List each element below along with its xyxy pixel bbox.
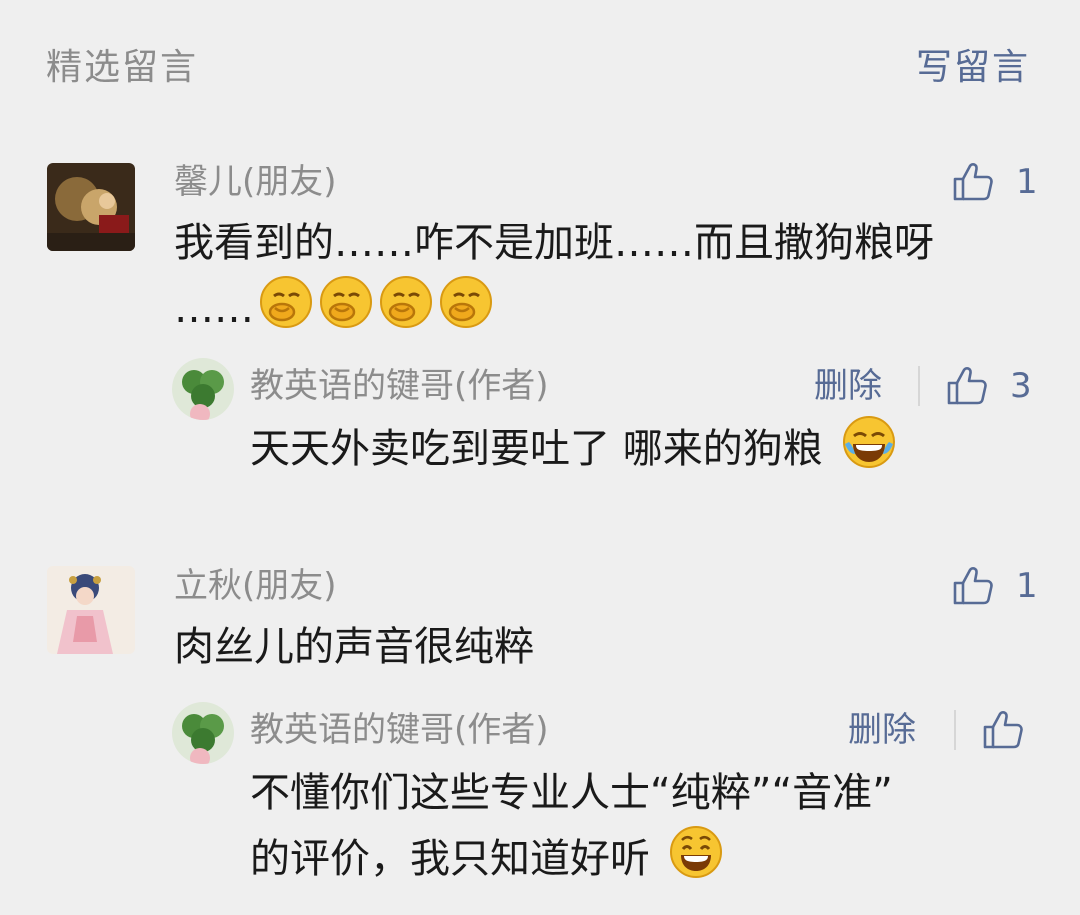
reply-avatar[interactable] — [172, 702, 234, 764]
thumbs-up-icon — [952, 566, 994, 606]
like-button[interactable]: 1 — [952, 564, 1038, 608]
avatar[interactable] — [47, 566, 135, 654]
like-count: 1 — [1016, 566, 1038, 606]
reply-text-line: 不懂你们这些专业人士“纯粹”“音准” — [250, 770, 893, 816]
thumbs-up-icon — [982, 710, 1024, 750]
comment-nickname[interactable]: 立秋(朋友) — [174, 564, 337, 608]
grin-emoji — [650, 826, 724, 882]
reply-text-line: 的评价，我只知道好听 — [250, 824, 1050, 890]
reply-text: 不懂你们这些专业人士“纯粹”“音准” 的评价，我只知道好听 — [250, 762, 1050, 890]
like-button[interactable] — [982, 708, 1024, 752]
comment-text: 肉丝儿的声音很纯粹 — [174, 616, 1054, 678]
delete-reply-button[interactable]: 删除 — [848, 708, 916, 752]
comment-text-line: 肉丝儿的声音很纯粹 — [174, 624, 534, 670]
divider — [954, 710, 956, 750]
reply-nickname[interactable]: 教英语的键哥(作者) — [250, 708, 549, 752]
comment-item: 立秋(朋友) 1 肉丝儿的声音很纯粹 教英语的键哥(作者) 删除 不懂你们这些专… — [0, 0, 1080, 915]
